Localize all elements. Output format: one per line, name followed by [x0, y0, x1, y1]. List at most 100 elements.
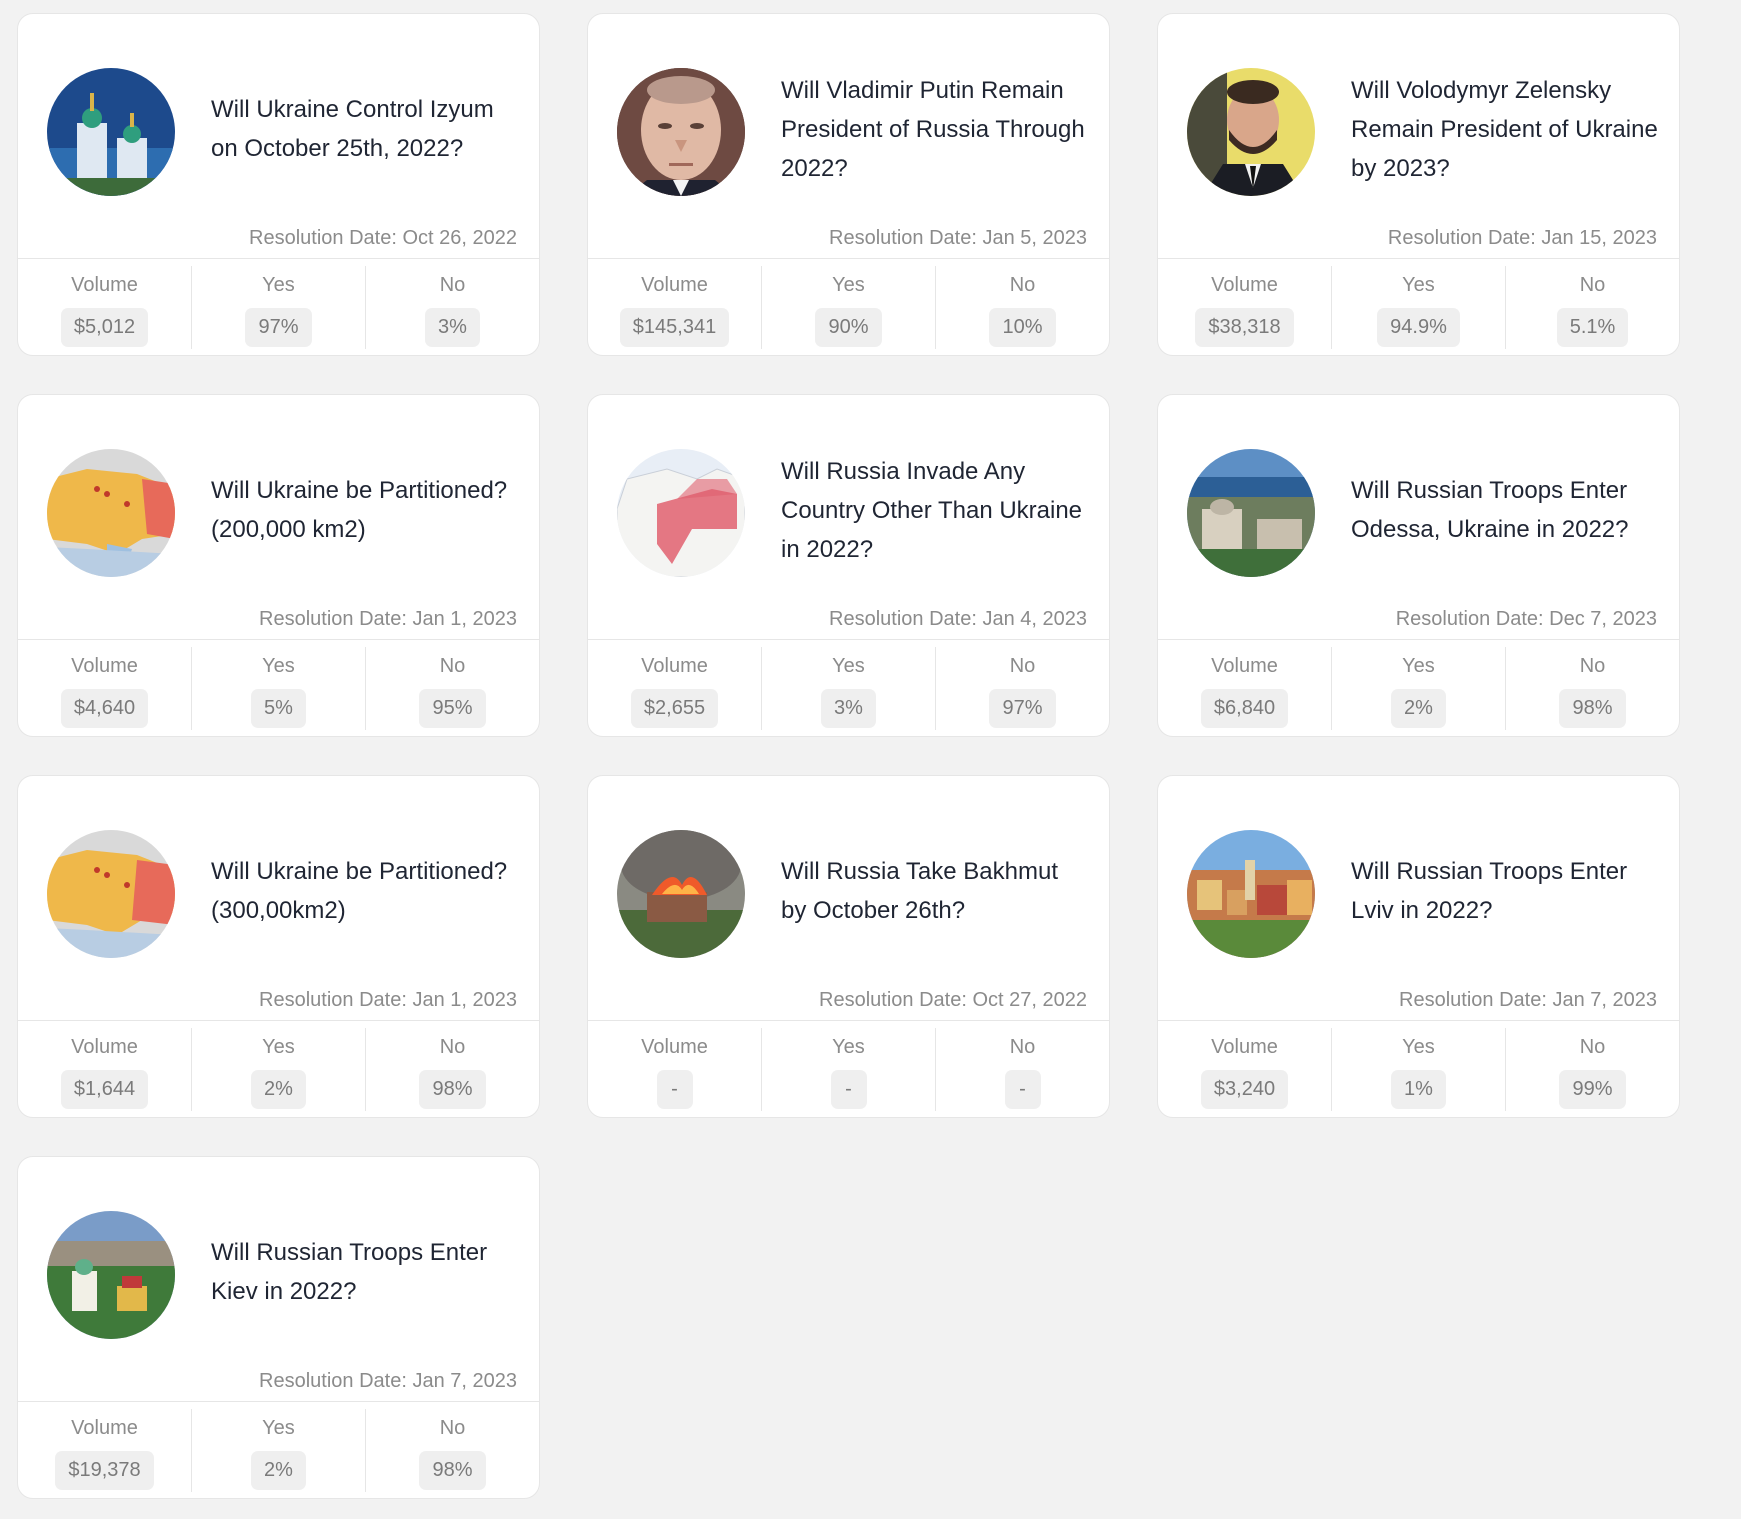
volume-label: Volume [71, 1036, 138, 1058]
no-value: 97% [989, 689, 1056, 728]
no-label: No [1579, 274, 1606, 296]
market-title[interactable]: Will Vladimir Putin Remain President of … [781, 14, 1089, 244]
market-card[interactable]: Will Volodymyr Zelensky Remain President… [1157, 13, 1680, 356]
volume-stat: Volume $5,012 [18, 266, 191, 349]
market-title[interactable]: Will Russian Troops Enter Kiev in 2022? [211, 1157, 519, 1387]
volume-stat: Volume $1,644 [18, 1028, 191, 1111]
no-label: No [1009, 1036, 1036, 1058]
market-card[interactable]: Will Russian Troops Enter Odessa, Ukrain… [1157, 394, 1680, 737]
yes-stat: Yes 97% [191, 266, 365, 349]
market-card[interactable]: Will Russian Troops Enter Kiev in 2022? … [17, 1156, 540, 1499]
market-title[interactable]: Will Russian Troops Enter Lviv in 2022? [1351, 776, 1659, 1006]
no-value: 5.1% [1556, 308, 1629, 347]
volume-stat: Volume $4,640 [18, 647, 191, 730]
yes-value: 97% [245, 308, 312, 347]
volume-stat: Volume $6,840 [1158, 647, 1331, 730]
yes-value: 94.9% [1377, 308, 1460, 347]
volume-value: $19,378 [55, 1451, 154, 1490]
no-value: 3% [425, 308, 480, 347]
volume-stat: Volume - [588, 1028, 761, 1111]
resolution-date: Resolution Date: Dec 7, 2023 [1395, 608, 1657, 630]
yes-value: 1% [1391, 1070, 1446, 1109]
market-stats: Volume $1,644 Yes 2% No 98% [18, 1020, 539, 1117]
no-stat: No 5.1% [1505, 266, 1679, 349]
yes-label: Yes [832, 274, 865, 296]
market-title[interactable]: Will Russian Troops Enter Odessa, Ukrain… [1351, 395, 1659, 625]
yes-stat: Yes 2% [1331, 647, 1505, 730]
no-label: No [1579, 1036, 1606, 1058]
volume-label: Volume [1211, 655, 1278, 677]
no-value: 98% [419, 1451, 486, 1490]
market-title[interactable]: Will Ukraine be Partitioned? (300,00km2) [211, 776, 519, 1006]
volume-label: Volume [1211, 1036, 1278, 1058]
no-label: No [439, 1417, 466, 1439]
market-title[interactable]: Will Ukraine be Partitioned? (200,000 km… [211, 395, 519, 625]
market-title[interactable]: Will Ukraine Control Izyum on October 25… [211, 14, 519, 244]
volume-stat: Volume $145,341 [588, 266, 761, 349]
market-card[interactable]: Will Ukraine be Partitioned? (300,00km2)… [17, 775, 540, 1118]
yes-value: - [830, 1070, 867, 1109]
yes-label: Yes [262, 1417, 295, 1439]
no-label: No [439, 655, 466, 677]
volume-label: Volume [1211, 274, 1278, 296]
resolution-date: Resolution Date: Jan 7, 2023 [1399, 989, 1657, 1011]
volume-label: Volume [71, 1417, 138, 1439]
volume-value: $38,318 [1195, 308, 1294, 347]
volume-label: Volume [641, 1036, 708, 1058]
market-stats: Volume $3,240 Yes 1% No 99% [1158, 1020, 1679, 1117]
market-title[interactable]: Will Volodymyr Zelensky Remain President… [1351, 14, 1659, 244]
no-label: No [439, 1036, 466, 1058]
market-stats: Volume - Yes - No - [588, 1020, 1109, 1117]
market-stats: Volume $38,318 Yes 94.9% No 5.1% [1158, 258, 1679, 355]
market-title[interactable]: Will Russia Take Bakhmut by October 26th… [781, 776, 1089, 1006]
market-stats: Volume $4,640 Yes 5% No 95% [18, 639, 539, 736]
market-card[interactable]: Will Russian Troops Enter Lviv in 2022? … [1157, 775, 1680, 1118]
yes-stat: Yes 90% [761, 266, 935, 349]
resolution-date: Resolution Date: Jan 1, 2023 [259, 989, 517, 1011]
markets-grid: Will Ukraine Control Izyum on October 25… [17, 13, 1680, 1499]
yes-label: Yes [262, 655, 295, 677]
no-stat: No 98% [1505, 647, 1679, 730]
market-card[interactable]: Will Ukraine be Partitioned? (200,000 km… [17, 394, 540, 737]
market-card[interactable]: Will Russia Take Bakhmut by October 26th… [587, 775, 1110, 1118]
no-stat: No 99% [1505, 1028, 1679, 1111]
resolution-date: Resolution Date: Jan 5, 2023 [829, 227, 1087, 249]
no-stat: No - [935, 1028, 1109, 1111]
volume-label: Volume [641, 655, 708, 677]
yes-value: 3% [821, 689, 876, 728]
no-stat: No 98% [365, 1409, 539, 1492]
volume-value: $6,840 [1200, 689, 1289, 728]
yes-stat: Yes 2% [191, 1028, 365, 1111]
market-title[interactable]: Will Russia Invade Any Country Other Tha… [781, 395, 1089, 625]
ukraine-map-image [47, 830, 175, 958]
market-card[interactable]: Will Ukraine Control Izyum on October 25… [17, 13, 540, 356]
volume-value: $2,655 [630, 689, 719, 728]
resolution-date: Resolution Date: Oct 26, 2022 [249, 227, 517, 249]
market-card[interactable]: Will Russia Invade Any Country Other Tha… [587, 394, 1110, 737]
market-stats: Volume $2,655 Yes 3% No 97% [588, 639, 1109, 736]
volume-value: - [656, 1070, 693, 1109]
market-card[interactable]: Will Vladimir Putin Remain President of … [587, 13, 1110, 356]
volume-label: Volume [71, 655, 138, 677]
no-label: No [1009, 655, 1036, 677]
market-stats: Volume $19,378 Yes 2% No 98% [18, 1401, 539, 1498]
burning-building-image [617, 830, 745, 958]
no-stat: No 98% [365, 1028, 539, 1111]
europe-map-image [617, 449, 745, 577]
no-value: 99% [1559, 1070, 1626, 1109]
no-value: 98% [1559, 689, 1626, 728]
no-label: No [1009, 274, 1036, 296]
volume-label: Volume [71, 274, 138, 296]
no-stat: No 10% [935, 266, 1109, 349]
no-label: No [439, 274, 466, 296]
no-label: No [1579, 655, 1606, 677]
no-value: - [1004, 1070, 1041, 1109]
putin-portrait-image [617, 68, 745, 196]
yes-label: Yes [262, 1036, 295, 1058]
yes-stat: Yes 1% [1331, 1028, 1505, 1111]
volume-stat: Volume $19,378 [18, 1409, 191, 1492]
yes-value: 2% [251, 1451, 306, 1490]
zelensky-portrait-image [1187, 68, 1315, 196]
yes-stat: Yes - [761, 1028, 935, 1111]
resolution-date: Resolution Date: Jan 15, 2023 [1387, 227, 1657, 249]
